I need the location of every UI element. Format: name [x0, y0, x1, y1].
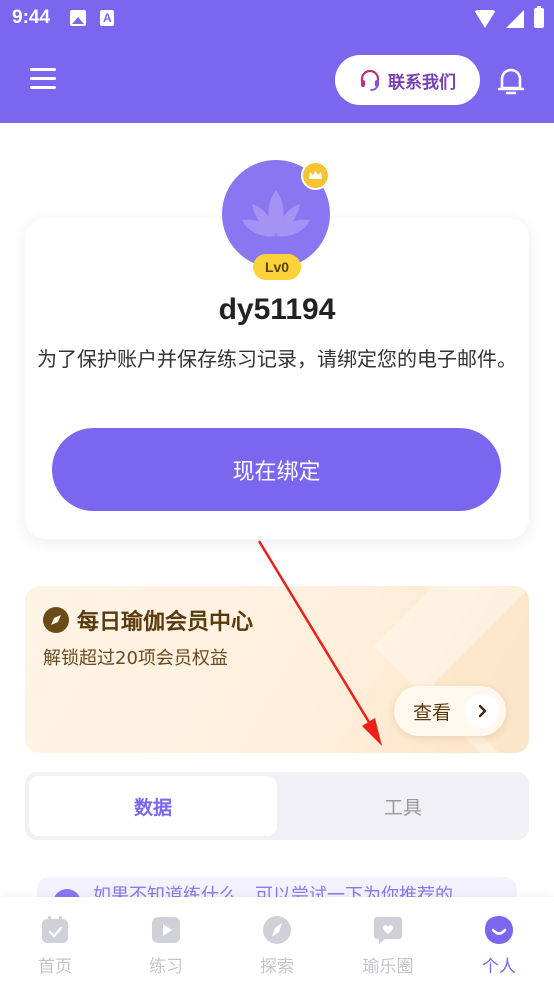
compass-icon: [262, 915, 292, 945]
status-left-icons: [70, 10, 114, 26]
nav-item-explore[interactable]: 探索: [222, 897, 332, 985]
nav-item-practice[interactable]: 练习: [111, 897, 221, 985]
wifi-icon: [474, 10, 496, 28]
text-icon: [100, 10, 114, 26]
status-time: 9:44: [12, 7, 51, 28]
view-label: 查看: [413, 701, 452, 724]
heart-chat-icon: [373, 915, 403, 945]
hamburger-menu-icon[interactable]: [30, 68, 56, 90]
gallery-icon: [70, 10, 86, 26]
vip-subtitle: 解锁超过20项会员权益: [43, 648, 228, 669]
bell-icon[interactable]: [497, 65, 525, 97]
status-right-icons: [474, 6, 544, 28]
tab-tools[interactable]: 工具: [281, 776, 525, 836]
contact-us-button[interactable]: 联系我们: [335, 55, 480, 105]
compass-badge-icon: [43, 607, 69, 633]
vip-title: 每日瑜伽会员中心: [77, 610, 254, 635]
app-header: 联系我们: [0, 38, 554, 123]
bind-email-hint: 为了保护账户并保存练习记录，请绑定您的电子邮件。: [37, 347, 517, 371]
headset-icon: [359, 69, 381, 91]
crown-badge: [301, 161, 330, 190]
smile-face-icon: [484, 915, 514, 945]
nav-label-home: 首页: [38, 957, 72, 977]
nav-label-profile: 个人: [482, 957, 516, 977]
status-bar: 9:44: [0, 0, 554, 38]
nav-item-community[interactable]: 瑜乐圈: [333, 897, 443, 985]
signal-icon: [506, 10, 524, 28]
nav-item-profile[interactable]: 个人: [444, 897, 554, 985]
tab-data[interactable]: 数据: [29, 776, 277, 836]
nav-label-community: 瑜乐圈: [362, 957, 414, 977]
contact-us-label: 联系我们: [388, 72, 456, 93]
chevron-right-icon: [465, 694, 499, 728]
level-badge: Lv0: [253, 254, 301, 280]
bind-now-button[interactable]: 现在绑定: [52, 428, 501, 511]
data-tools-tab-switch: 数据 工具: [25, 772, 529, 840]
bottom-nav: 首页 练习 探索 瑜乐圈 个人: [0, 897, 554, 985]
nav-label-practice: 练习: [149, 957, 183, 977]
battery-icon: [534, 6, 544, 28]
username: dy51194: [218, 293, 336, 326]
nav-label-explore: 探索: [260, 957, 294, 977]
crown-icon: [309, 171, 322, 179]
play-icon: [151, 915, 181, 945]
nav-item-home[interactable]: 首页: [0, 897, 110, 985]
view-vip-button[interactable]: 查看: [394, 686, 506, 736]
calendar-icon: [40, 915, 70, 945]
